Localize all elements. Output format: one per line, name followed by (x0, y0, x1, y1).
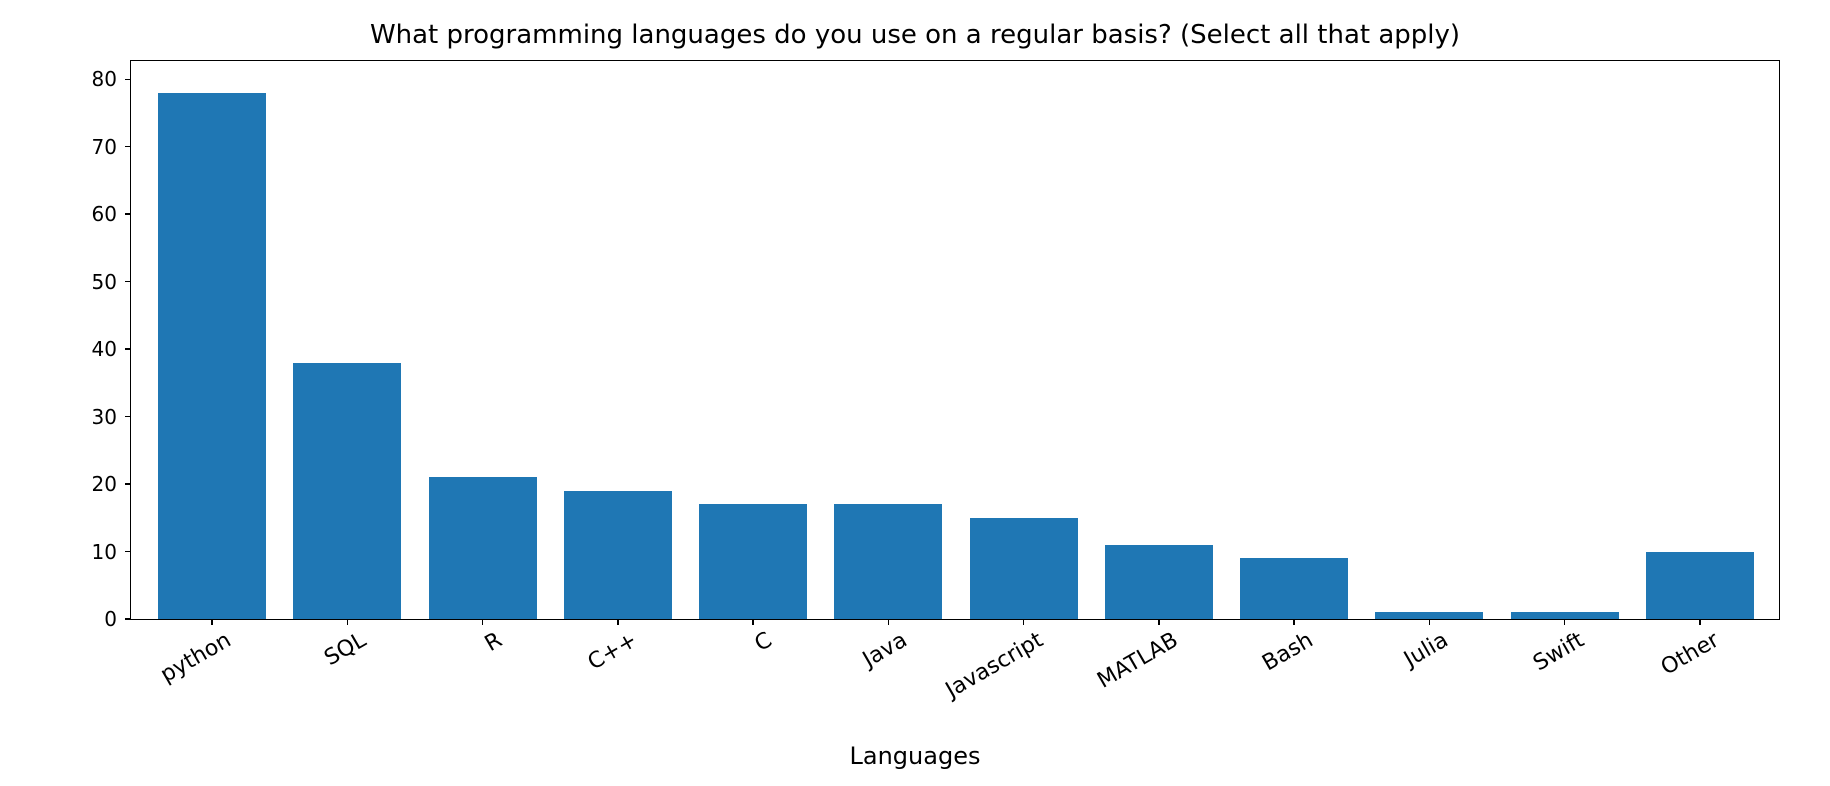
y-tick-mark (125, 348, 131, 350)
x-tick-label: Julia (1297, 619, 1453, 729)
y-tick-mark (125, 281, 131, 283)
y-tick-mark (125, 483, 131, 485)
x-tick-label: MATLAB (1026, 619, 1182, 729)
bars-container (131, 61, 1779, 619)
y-tick-mark (125, 213, 131, 215)
x-tick-label: C (621, 619, 777, 729)
bar (1511, 612, 1619, 619)
y-tick-mark (125, 618, 131, 620)
y-tick-mark (125, 79, 131, 81)
plot-area: 01020304050607080 pythonSQLRC++CJavaJava… (130, 60, 1780, 620)
bar (293, 363, 401, 619)
x-tick-label: Javascript (891, 619, 1047, 729)
x-tick-label: Other (1567, 619, 1723, 729)
x-axis-label: Languages (0, 742, 1830, 770)
bar (429, 477, 537, 619)
x-tick-label: R (350, 619, 506, 729)
y-tick-mark (125, 416, 131, 418)
bar (834, 504, 942, 619)
x-tick-label: python (80, 619, 236, 729)
bar (970, 518, 1078, 619)
x-tick-label: SQL (215, 619, 371, 729)
bar (1646, 552, 1754, 619)
bar (158, 93, 266, 619)
bar (1375, 612, 1483, 619)
bar (1240, 558, 1348, 619)
y-tick-mark (125, 146, 131, 148)
x-tick-label: C++ (485, 619, 641, 729)
y-tick-mark (125, 551, 131, 553)
x-tick-label: Swift (1432, 619, 1588, 729)
bar (564, 491, 672, 619)
x-tick-label: Java (756, 619, 912, 729)
bar (1105, 545, 1213, 619)
chart-figure: What programming languages do you use on… (0, 0, 1830, 786)
x-tick-label: Bash (1162, 619, 1318, 729)
bar (699, 504, 807, 619)
